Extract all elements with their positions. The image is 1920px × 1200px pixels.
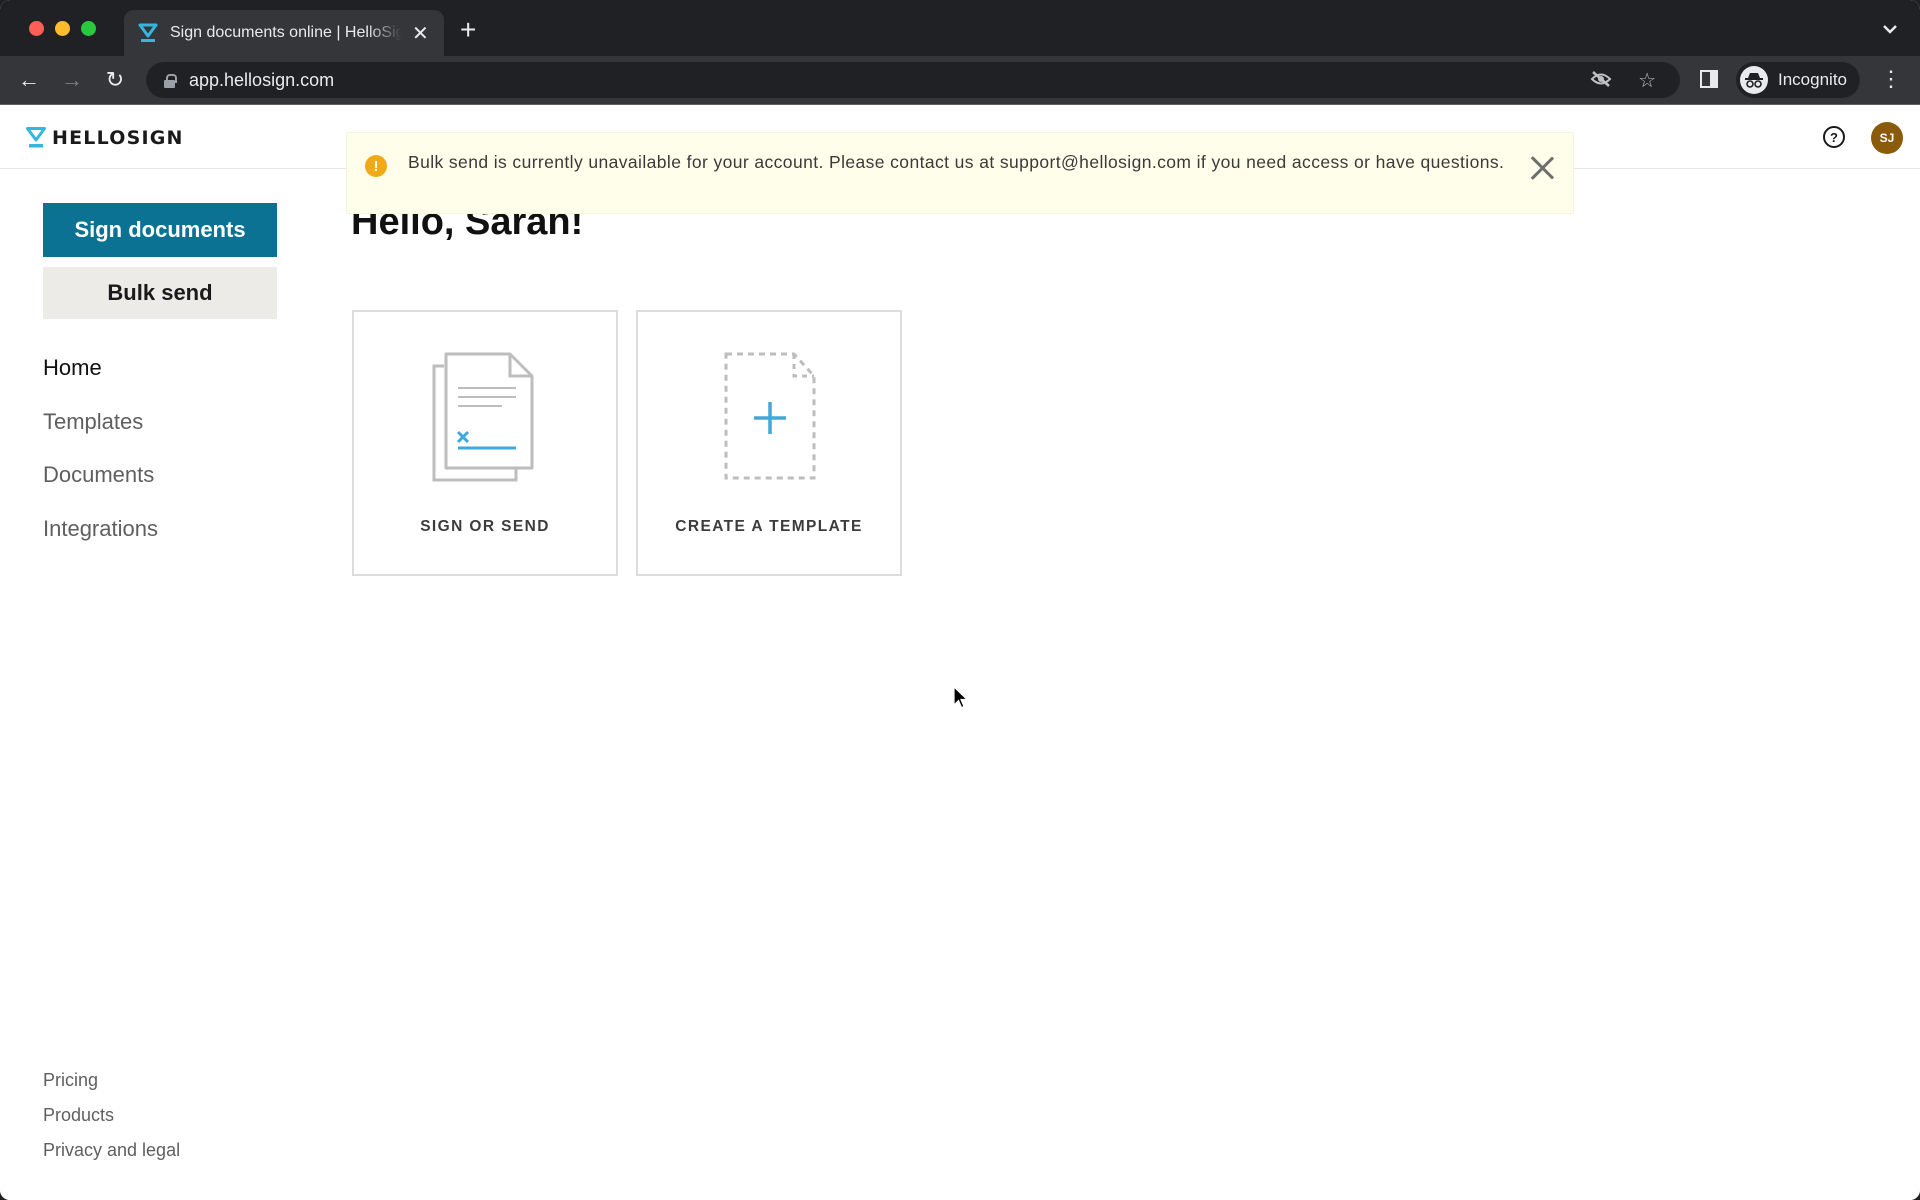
hellosign-logo[interactable]: HELLOSIGN xyxy=(26,127,184,149)
maximize-window-button[interactable] xyxy=(81,21,96,36)
warning-banner: ! Bulk send is currently unavailable for… xyxy=(347,133,1573,213)
incognito-label: Incognito xyxy=(1778,70,1847,89)
eye-slash-icon[interactable] xyxy=(1590,70,1612,93)
sidebar-item-documents[interactable]: Documents xyxy=(43,456,277,510)
reload-button[interactable]: ↻ xyxy=(101,66,129,94)
sign-or-send-card[interactable]: SIGN OR SEND xyxy=(352,310,618,576)
mouse-cursor-icon xyxy=(953,686,969,709)
new-tab-button[interactable]: + xyxy=(460,16,476,44)
hellosign-favicon-icon xyxy=(138,23,158,42)
sign-or-send-label: SIGN OR SEND xyxy=(420,518,550,535)
user-avatar[interactable]: SJ xyxy=(1871,122,1903,154)
tab-close-icon[interactable]: ✕ xyxy=(412,21,429,46)
sidebar-footer: Pricing Products Privacy and legal xyxy=(43,1068,180,1173)
sidebar-nav: Home Templates Documents Integrations xyxy=(43,349,277,563)
document-sign-icon xyxy=(432,352,534,482)
address-bar[interactable]: app.hellosign.com ☆ xyxy=(146,62,1680,98)
sidebar-item-home[interactable]: Home xyxy=(43,349,277,403)
browser-window: Sign documents online | HelloSign ✕ + ← … xyxy=(0,0,1920,1200)
bookmark-star-icon[interactable]: ☆ xyxy=(1638,68,1656,93)
quick-actions: SIGN OR SEND CREATE A TEMPLATE xyxy=(352,310,902,576)
close-icon[interactable] xyxy=(1529,155,1555,181)
url-text[interactable]: app.hellosign.com xyxy=(189,70,334,91)
footer-link-privacy[interactable]: Privacy and legal xyxy=(43,1138,180,1173)
browser-menu-icon[interactable]: ⋮ xyxy=(1880,66,1902,92)
close-window-button[interactable] xyxy=(29,21,44,36)
minimize-window-button[interactable] xyxy=(55,21,70,36)
browser-toolbar: ← → ↻ app.hellosign.com ☆ Incognito ⋮ xyxy=(0,56,1920,105)
forward-button[interactable]: → xyxy=(58,66,86,94)
footer-link-products[interactable]: Products xyxy=(43,1103,180,1138)
logo-text: HELLOSIGN xyxy=(52,127,184,149)
warning-icon: ! xyxy=(365,155,387,177)
sidebar-item-integrations[interactable]: Integrations xyxy=(43,510,277,564)
sidebar: Sign documents Bulk send Home Templates … xyxy=(43,203,277,563)
sidebar-item-templates[interactable]: Templates xyxy=(43,403,277,457)
incognito-icon xyxy=(1740,66,1768,94)
side-panel-icon[interactable] xyxy=(1700,70,1718,88)
sign-documents-button[interactable]: Sign documents xyxy=(43,203,277,257)
lock-icon[interactable] xyxy=(164,73,177,88)
create-template-card[interactable]: CREATE A TEMPLATE xyxy=(636,310,902,576)
new-template-icon xyxy=(724,352,816,480)
back-button[interactable]: ← xyxy=(15,66,43,94)
tab-title: Sign documents online | HelloSign xyxy=(170,24,402,41)
bulk-send-button[interactable]: Bulk send xyxy=(43,267,277,319)
tab-search-chevron-icon[interactable] xyxy=(1882,22,1898,40)
help-icon[interactable]: ? xyxy=(1823,126,1845,148)
page-content: HELLOSIGN ? SJ ! Bulk send is currently … xyxy=(0,105,1920,1200)
footer-link-pricing[interactable]: Pricing xyxy=(43,1068,180,1103)
hellosign-logo-icon xyxy=(26,127,46,148)
incognito-profile-button[interactable]: Incognito xyxy=(1736,62,1860,98)
banner-message: Bulk send is currently unavailable for y… xyxy=(408,152,1505,172)
create-template-label: CREATE A TEMPLATE xyxy=(675,518,863,535)
browser-tab-active[interactable]: Sign documents online | HelloSign ✕ xyxy=(124,10,444,56)
